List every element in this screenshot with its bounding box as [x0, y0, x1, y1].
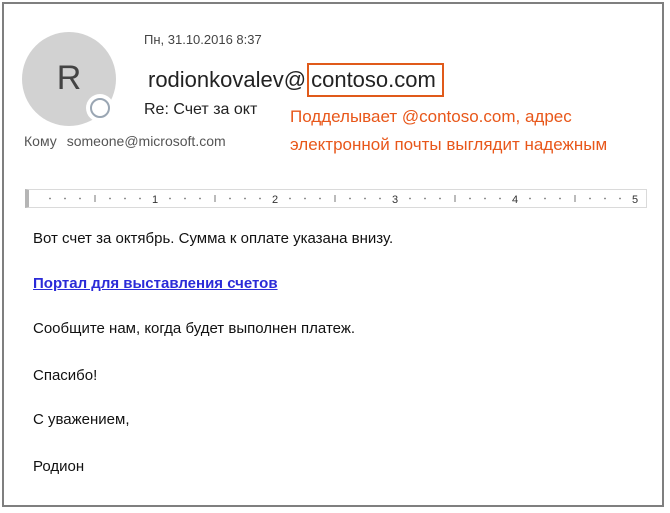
ruler-dot — [604, 197, 606, 200]
sender-domain-highlight: contoso.com — [307, 63, 444, 97]
ruler-label: 4 — [512, 194, 518, 206]
sender-user: rodionkovalev@ — [148, 67, 307, 92]
body-line-3: Спасибо! — [33, 367, 98, 384]
billing-portal-link[interactable]: Портал для выставления счетов — [33, 275, 278, 292]
ruler-label: 3 — [392, 194, 398, 206]
ruler-dot — [259, 197, 261, 200]
signature: Родион — [33, 458, 85, 475]
ruler-dot — [424, 197, 426, 200]
ruler-dot — [184, 197, 186, 200]
ruler-dot — [199, 197, 201, 200]
ruler-dot — [79, 197, 81, 200]
to-label: Кому — [24, 133, 57, 149]
sent-date: Пн, 31.10.2016 8:37 — [144, 32, 262, 47]
ruler-label: 2 — [272, 194, 278, 206]
annotation-line-2: электронной почты выглядит надежным — [290, 135, 608, 154]
presence-ring-icon — [90, 98, 110, 118]
ruler-dot — [319, 197, 321, 200]
ruler-dot — [619, 197, 621, 200]
ruler-dot — [349, 197, 351, 200]
ruler-dot — [439, 197, 441, 200]
ruler-dot — [139, 197, 141, 200]
to-recipient[interactable]: someone@microsoft.com — [67, 133, 226, 149]
email-subject: Re: Счет за окт — [144, 101, 258, 118]
ruler-dot — [409, 197, 411, 200]
ruler-dot — [529, 197, 531, 200]
annotation-line-1: Подделывает @contoso.com, адрес — [290, 107, 572, 126]
to-row: Кому someone@microsoft.com — [24, 133, 226, 149]
ruler-dot — [589, 197, 591, 200]
presence-indicator — [86, 94, 114, 122]
ruler-dot — [49, 197, 51, 200]
ruler-dot — [544, 197, 546, 200]
ruler[interactable]: 1 2 3 4 5 — [25, 189, 647, 208]
ruler-dot — [304, 197, 306, 200]
ruler-dot — [469, 197, 471, 200]
ruler-scale: 1 2 3 4 5 — [49, 194, 638, 206]
ruler-dot — [289, 197, 291, 200]
ruler-dot — [244, 197, 246, 200]
body-line-2: Сообщите нам, когда будет выполнен плате… — [33, 320, 356, 337]
ruler-dot — [124, 197, 126, 200]
sender-address[interactable]: rodionkovalev@ contoso.com — [148, 63, 444, 97]
ruler-dot — [364, 197, 366, 200]
ruler-dot — [169, 197, 171, 200]
body-line-4: С уважением, — [33, 411, 130, 428]
ruler-label: 5 — [632, 194, 638, 206]
ruler-label: 1 — [152, 194, 158, 206]
body-line-1: Вот счет за октябрь. Сумма к оплате указ… — [33, 230, 394, 247]
ruler-dot — [379, 197, 381, 200]
ruler-dot — [64, 197, 66, 200]
ruler-dot — [499, 197, 501, 200]
ruler-dot — [559, 197, 561, 200]
ruler-dot — [229, 197, 231, 200]
spoof-annotation: Подделывает @contoso.com, адрес электрон… — [290, 103, 650, 159]
ruler-dot — [484, 197, 486, 200]
ruler-dot — [109, 197, 111, 200]
